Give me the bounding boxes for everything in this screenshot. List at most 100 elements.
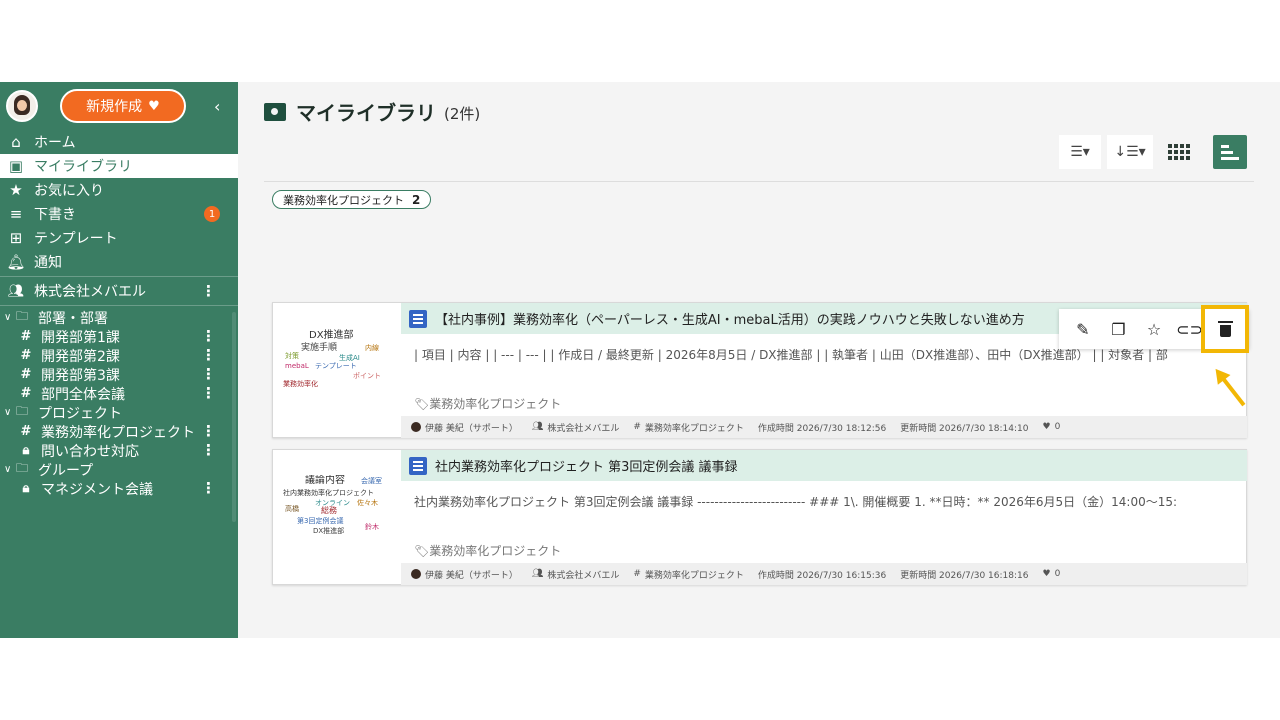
hash-icon: # — [20, 348, 32, 363]
favorite-button[interactable]: ☆ — [1140, 315, 1168, 343]
sidebar-item-templates[interactable]: ⊞ テンプレート — [0, 226, 238, 250]
card-title[interactable]: 社内業務効率化プロジェクト 第3回定例会議 議事録 — [435, 456, 738, 475]
people-icon: 👥︎ — [531, 569, 544, 579]
list-view-button[interactable] — [1213, 135, 1247, 169]
sidebar-item-all-hands[interactable]: # 部門全体会議 ⋮ — [0, 384, 238, 403]
star-icon: ★ — [9, 181, 23, 199]
more-options-icon[interactable]: ⋮ — [201, 386, 216, 401]
people-icon: 👥︎ — [531, 422, 544, 432]
sort-button[interactable]: ↓☰▾ — [1107, 135, 1153, 169]
folder-person-icon — [264, 102, 286, 121]
hash-icon: # — [633, 422, 641, 432]
chevron-down-icon: ∨ — [4, 407, 12, 418]
sidebar-item-efficiency-project[interactable]: # 業務効率化プロジェクト ⋮ — [0, 422, 238, 441]
sidebar-item-management[interactable]: 🔒︎ マネジメント会議 ⋮ — [0, 479, 238, 498]
like-count[interactable]: ♥ 0 — [1042, 422, 1060, 432]
more-options-icon[interactable]: ⋮ — [201, 348, 216, 363]
group-groups[interactable]: ∨ 🗀 グループ — [0, 460, 238, 479]
bell-icon: 🔔︎ — [6, 253, 26, 271]
lock-icon: 🔒︎ — [22, 443, 30, 458]
lock-icon: 🔒︎ — [22, 481, 30, 496]
document-card[interactable]: 議論内容 会議室 社内業務効率化プロジェクト オンライン 総務 高橋 佐々木 D… — [272, 449, 1247, 585]
card-tag[interactable]: 🏷︎業務効率化プロジェクト — [414, 542, 561, 559]
item-count: (2件) — [444, 105, 481, 123]
avatar[interactable] — [6, 90, 38, 122]
project: # 業務効率化プロジェクト — [633, 569, 744, 581]
copy-icon: ❐ — [1111, 319, 1126, 339]
filter-button[interactable]: ☰▾ — [1059, 135, 1101, 169]
wordcloud-image: DX推進部 内線 実施手順 mebaL テンプレート ポイント 業務効率化 対策… — [283, 330, 381, 389]
sidebar-item-favorites[interactable]: ★ お気に入り — [0, 178, 238, 202]
updated-time: 更新時間 2026/7/30 16:18:16 — [900, 570, 1029, 581]
created-time: 作成時間 2026/7/30 18:12:56 — [757, 423, 887, 434]
avatar — [411, 569, 421, 579]
divider — [0, 305, 238, 306]
page-title: マイライブラリ — [296, 101, 436, 125]
library-icon: ▣ — [8, 157, 24, 175]
card-footer: 伊藤 美紀（サポート） 👥︎ 株式会社メバエル # 業務効率化プロジェクト 作成時間… — [401, 563, 1247, 585]
sidebar-item-inquiries[interactable]: 🔒︎ 問い合わせ対応 ⋮ — [0, 441, 238, 460]
grid-icon — [1168, 144, 1190, 160]
group-departments[interactable]: ∨ 🗀 部署・部署 — [0, 308, 238, 327]
chevron-down-icon: ∨ — [4, 464, 12, 475]
list-icon — [1221, 144, 1239, 160]
sidebar-item-dev3[interactable]: # 開発部第3課 ⋮ — [0, 365, 238, 384]
people-icon: 👥︎ — [7, 283, 25, 299]
card-excerpt: 社内業務効率化プロジェクト 第3回定例会議 議事録 --------------… — [414, 495, 1178, 509]
more-options-icon[interactable]: ⋮ — [201, 283, 216, 299]
home-icon: ⌂ — [11, 133, 21, 151]
grid-view-button[interactable] — [1161, 135, 1197, 169]
tag-chip-efficiency-project[interactable]: 業務効率化プロジェクト 2 — [272, 190, 432, 209]
more-options-icon[interactable]: ⋮ — [201, 443, 216, 458]
card-title[interactable]: 【社内事例】業務効率化（ペーパーレス・生成AI・mebaL活用）の実践ノウハウと… — [435, 309, 1025, 328]
sidebar-item-dev2[interactable]: # 開発部第2課 ⋮ — [0, 346, 238, 365]
page-header: マイライブラリ (2件) — [264, 97, 480, 126]
copy-button[interactable]: ❐ — [1104, 315, 1132, 343]
hash-icon: # — [20, 386, 32, 401]
tag-icon: 🏷︎ — [414, 397, 430, 411]
sort-icon: ↓☰▾ — [1114, 144, 1146, 160]
edit-button[interactable]: ✎ — [1069, 315, 1097, 343]
more-options-icon[interactable]: ⋮ — [201, 424, 216, 439]
draft-icon: ≡ — [9, 205, 23, 223]
more-options-icon[interactable]: ⋮ — [201, 367, 216, 382]
sidebar-item-my-library[interactable]: ▣ マイライブラリ — [0, 154, 238, 178]
new-create-button[interactable]: 新規作成 ♥ — [60, 89, 186, 123]
main-content: マイライブラリ (2件) ☰▾ ↓☰▾ 業務効率化プロジェクト 2 DX推進部 … — [238, 82, 1280, 638]
card-actions-toolbar: ✎ ❐ ☆ ⊂⊃ — [1059, 305, 1250, 353]
card-footer: 伊藤 美紀（サポート） 👥︎ 株式会社メバエル # 業務効率化プロジェクト 作成時間… — [401, 416, 1247, 438]
hash-icon: # — [633, 569, 641, 579]
group-projects[interactable]: ∨ 🗀 プロジェクト — [0, 403, 238, 422]
updated-time: 更新時間 2026/7/30 18:14:10 — [900, 423, 1029, 434]
author[interactable]: 伊藤 美紀（サポート） — [411, 568, 518, 581]
tag-icon: 🏷︎ — [414, 544, 430, 558]
more-options-icon[interactable]: ⋮ — [201, 481, 216, 496]
project: # 業務効率化プロジェクト — [633, 422, 744, 434]
link-button[interactable]: ⊂⊃ — [1176, 315, 1204, 343]
card-tag[interactable]: 🏷︎業務効率化プロジェクト — [414, 395, 561, 412]
collapse-sidebar-icon[interactable]: ‹ — [214, 97, 220, 116]
created-time: 作成時間 2026/7/30 16:15:36 — [757, 570, 887, 581]
author[interactable]: 伊藤 美紀（サポート） — [411, 421, 518, 434]
heart-icon: ♥ — [1042, 569, 1051, 579]
more-options-icon[interactable]: ⋮ — [201, 329, 216, 344]
trash-icon — [1217, 320, 1233, 337]
like-count[interactable]: ♥ 0 — [1042, 569, 1060, 579]
organization-row[interactable]: 👥︎ 株式会社メバエル ⋮ — [0, 279, 238, 303]
sidebar-item-notifications[interactable]: 🔔︎ 通知 — [0, 250, 238, 274]
heart-icon: ♥ — [1042, 422, 1051, 432]
star-outline-icon: ☆ — [1146, 319, 1162, 339]
folder-icon: 🗀 — [16, 404, 29, 418]
wordcloud-image: 議論内容 会議室 社内業務効率化プロジェクト オンライン 総務 高橋 佐々木 D… — [283, 475, 382, 536]
tag-filter-panel: 業務効率化プロジェクト 2 — [264, 181, 1254, 291]
sidebar-scrollbar[interactable] — [232, 312, 236, 522]
document-card[interactable]: DX推進部 内線 実施手順 mebaL テンプレート ポイント 業務効率化 対策… — [272, 302, 1250, 438]
sidebar-item-drafts[interactable]: ≡ 下書き 1 — [0, 202, 238, 226]
pencil-icon: ✎ — [1076, 319, 1090, 339]
draft-count-badge: 1 — [204, 206, 220, 222]
delete-button[interactable] — [1201, 305, 1250, 353]
sidebar-item-home[interactable]: ⌂ ホーム — [0, 130, 238, 154]
sidebar-item-dev1[interactable]: # 開発部第1課 ⋮ — [0, 327, 238, 346]
organization: 👥︎ 株式会社メバエル — [531, 422, 620, 434]
hash-icon: # — [20, 424, 32, 439]
